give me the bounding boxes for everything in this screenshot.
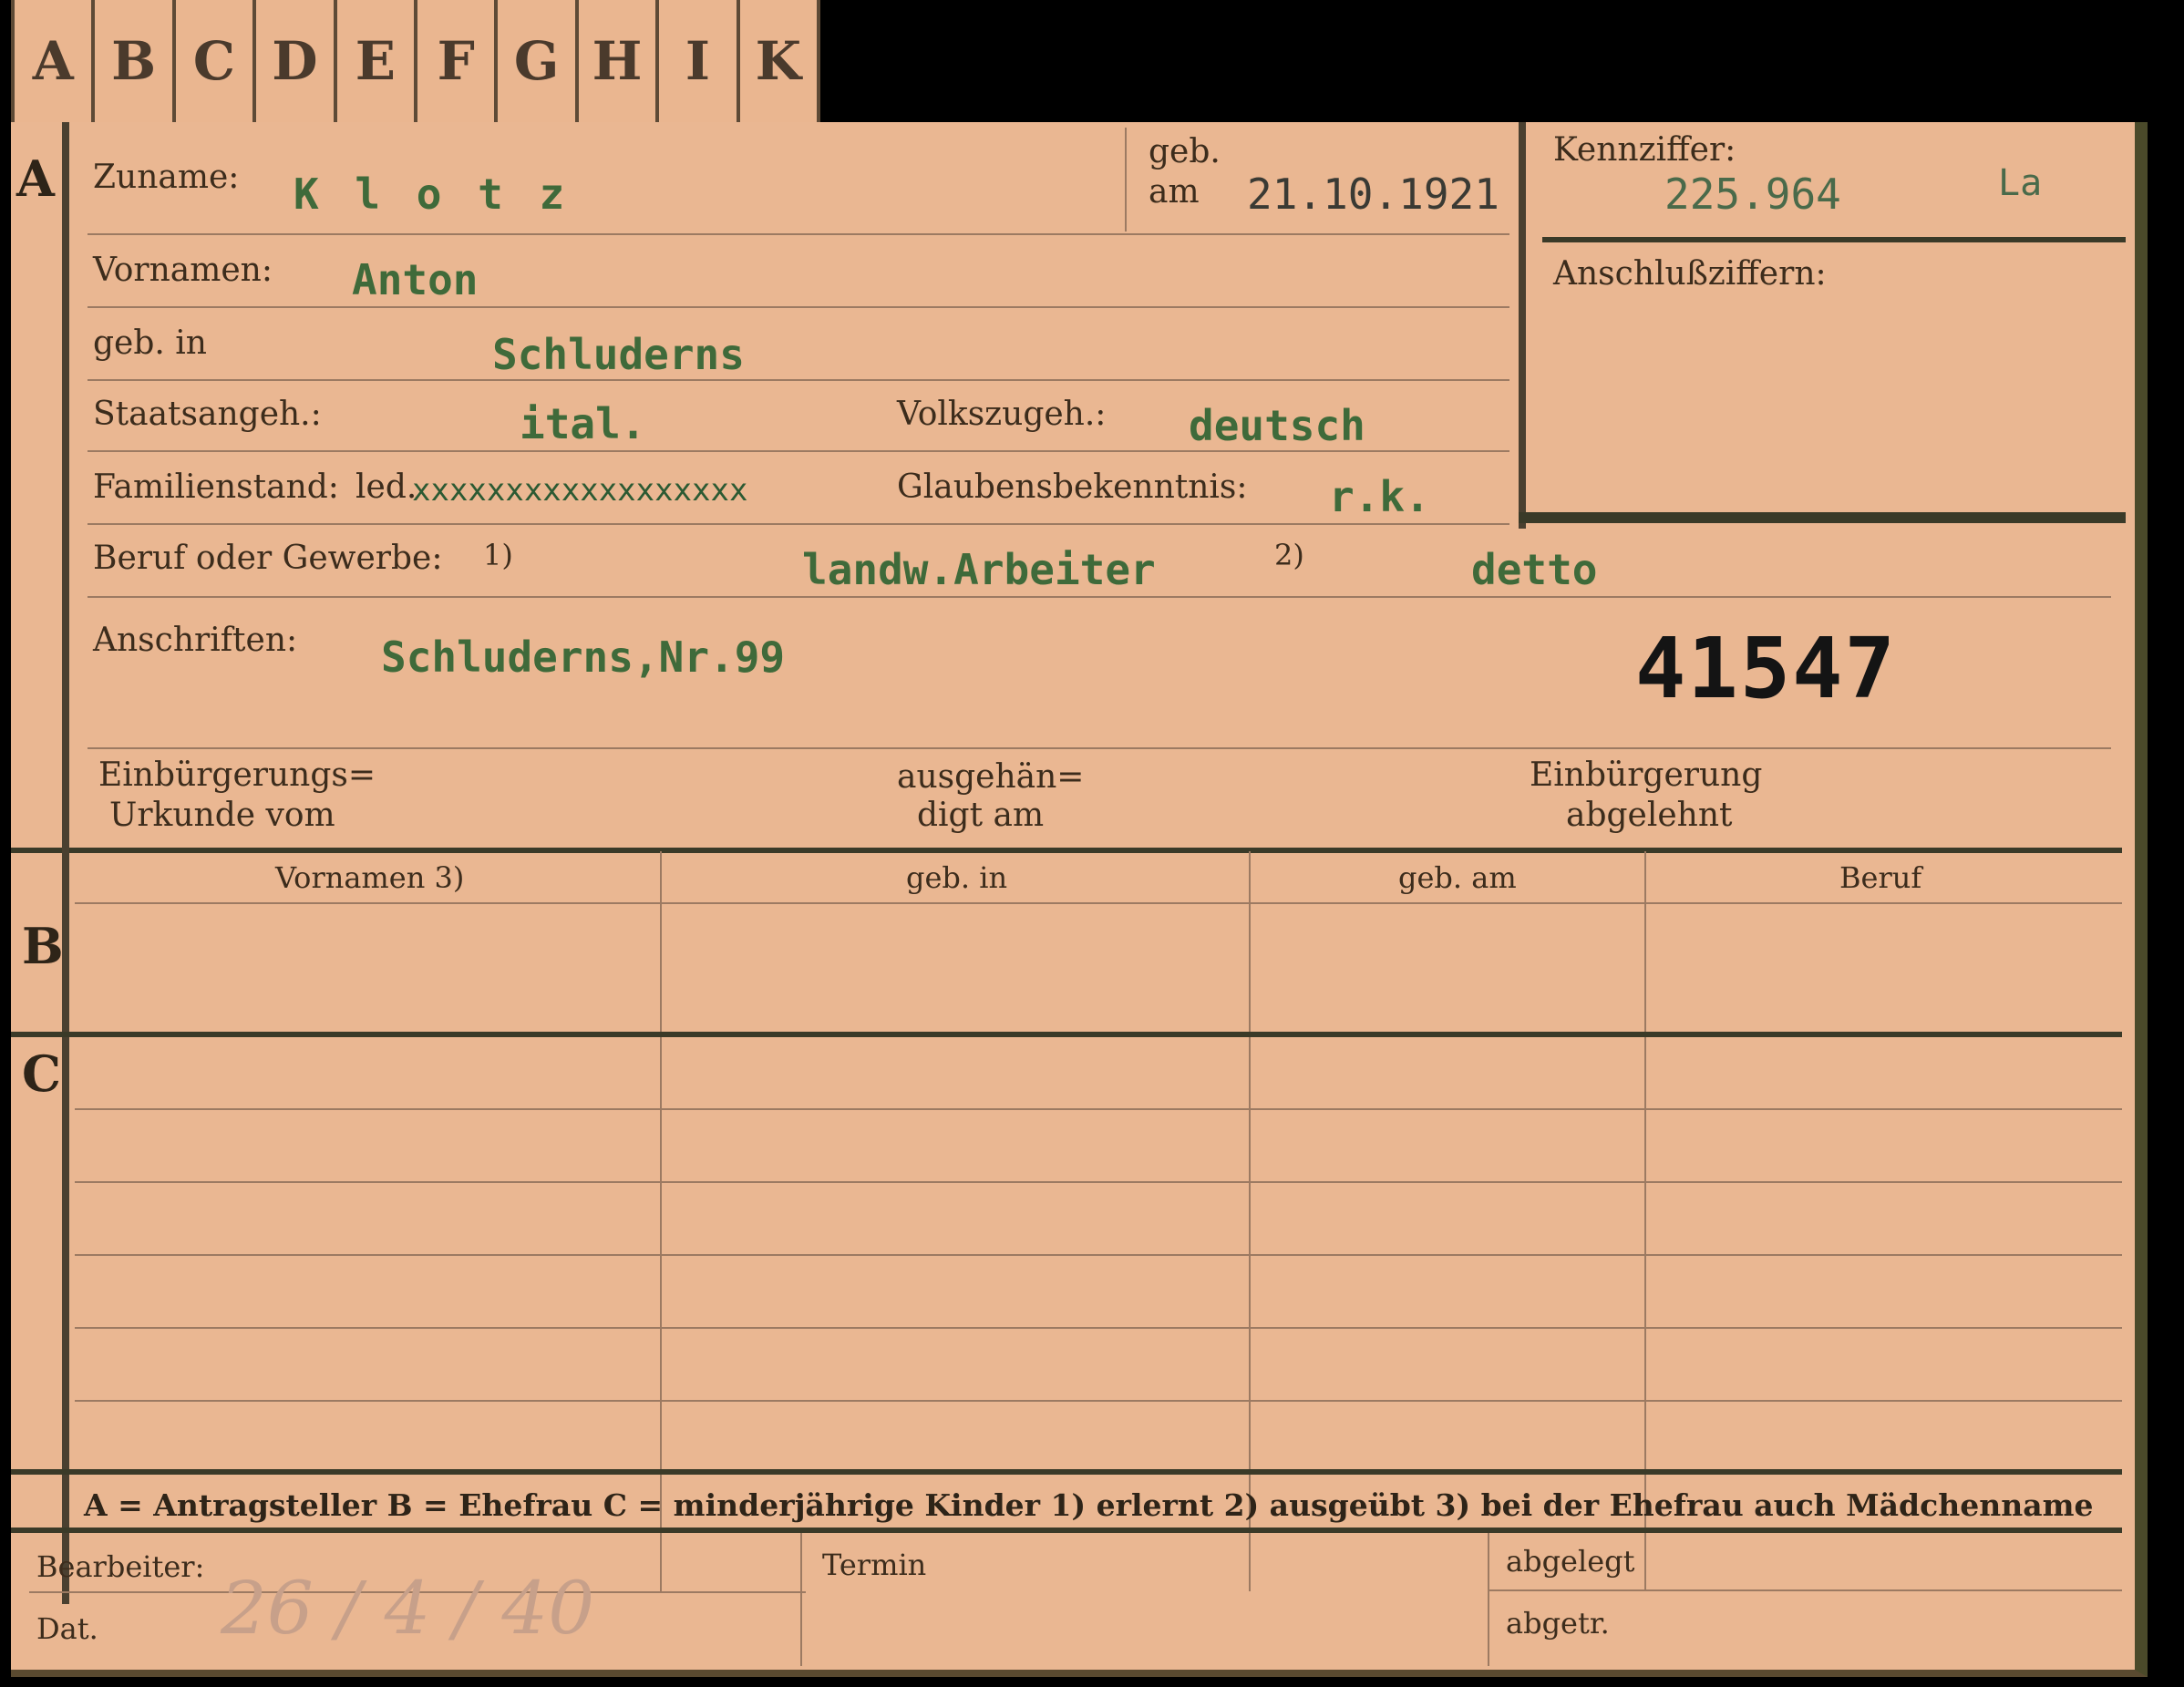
footer-divider-1 <box>800 1533 802 1666</box>
geb-am-value: 21.10.1921 <box>1247 170 1499 219</box>
geb-label: geb. <box>1149 133 1221 170</box>
familienstand-label: Familienstand: <box>93 468 339 506</box>
c-row-line-1 <box>75 1108 2122 1110</box>
dat-value: 26 / 4 / 40 <box>221 1566 595 1651</box>
col-geb-in: geb. in <box>906 860 1008 895</box>
legend-top-border <box>11 1469 2122 1475</box>
c-row-line-4 <box>75 1327 2122 1329</box>
ausgehaendigt-1: ausgehän= <box>897 758 1085 796</box>
glaubens-value: r.k. <box>1329 472 1430 521</box>
zuname-label: Zuname: <box>93 159 240 196</box>
anschriften-value: Schluderns,Nr.99 <box>381 633 786 682</box>
tab-d: D <box>256 0 337 122</box>
einbuergerung-urkunde-2: Urkunde vom <box>109 797 335 834</box>
row-line-6 <box>88 596 2111 598</box>
volkszugeh-value: deutsch <box>1189 401 1365 450</box>
vornamen-label: Vornamen: <box>93 252 273 289</box>
tab-e: E <box>337 0 418 122</box>
tab-g: G <box>498 0 579 122</box>
termin-label: Termin <box>822 1548 927 1582</box>
am-label: am <box>1149 173 1200 211</box>
tab-i: I <box>659 0 740 122</box>
tab-b: B <box>95 0 176 122</box>
c-row-line-5 <box>75 1400 2122 1402</box>
legend: A = Antragsteller B = Ehefrau C = minder… <box>84 1487 2094 1523</box>
dat-label: Dat. <box>36 1611 98 1646</box>
beruf-label: Beruf oder Gewerbe: <box>93 540 443 577</box>
anschluss-label: Anschlußziffern: <box>1553 255 1827 293</box>
kennziffer-divider <box>1542 237 2126 242</box>
beruf-note-1: 1) <box>483 538 513 572</box>
tab-k: K <box>740 0 821 122</box>
row-line-7 <box>88 747 2111 749</box>
einbuergerung-abgelehnt-1: Einbürgerung <box>1530 756 1763 794</box>
geb-in-value: Schluderns <box>492 330 745 379</box>
kennziffer-bottom-border <box>1519 512 2126 523</box>
kennziffer-suffix: La <box>1998 162 2043 204</box>
abgelegt-label: abgelegt <box>1506 1544 1635 1579</box>
volkszugeh-label: Volkszugeh.: <box>897 396 1107 433</box>
col-divider-3 <box>1644 851 1646 1591</box>
beruf-note-2: 2) <box>1274 538 1304 572</box>
familienstand-struck: xxxxxxxxxxxxxxxxxx <box>412 472 748 509</box>
staatsangeh-value: ital. <box>520 399 646 448</box>
index-card: A B C D E F G H I K A Zuname: K l o t z … <box>0 0 2184 1687</box>
c-row-line-3 <box>75 1254 2122 1256</box>
einbuergerung-urkunde-1: Einbürgerungs= <box>98 756 376 794</box>
col-vornamen: Vornamen 3) <box>275 860 465 895</box>
left-border <box>62 122 69 848</box>
bearbeiter-label: Bearbeiter: <box>36 1549 205 1584</box>
glaubens-label: Glaubensbekenntnis: <box>897 468 1248 506</box>
tab-a: A <box>11 0 96 122</box>
abgetr-label: abgetr. <box>1506 1606 1610 1641</box>
row-line-2 <box>88 306 1509 308</box>
col-geb-am: geb. am <box>1398 860 1517 895</box>
row-line-1 <box>88 233 1509 235</box>
legend-bottom-border <box>11 1528 2122 1533</box>
geb-in-label: geb. in <box>93 324 207 362</box>
c-row-line-2 <box>75 1181 2122 1183</box>
staatsangeh-label: Staatsangeh.: <box>93 396 322 433</box>
section-b-letter: B <box>22 917 64 975</box>
kennziffer-label: Kennziffer: <box>1553 131 1736 169</box>
ausgehaendigt-2: digt am <box>917 797 1045 834</box>
tab-f: F <box>417 0 499 122</box>
familienstand-prefix: led. <box>355 468 417 506</box>
row-line-4 <box>88 450 1509 452</box>
zuname-value: K l o t z <box>294 170 571 219</box>
kennziffer-left-border <box>1519 122 1526 529</box>
footer-line-right <box>1489 1589 2122 1591</box>
card-body: A Zuname: K l o t z geb. am 21.10.1921 K… <box>11 122 2148 1677</box>
section-a-letter: A <box>16 149 55 208</box>
section-c-top-border <box>11 1032 2122 1037</box>
section-c-letter: C <box>22 1044 61 1103</box>
col-beruf: Beruf <box>1839 860 1922 895</box>
anschriften-label: Anschriften: <box>93 622 298 659</box>
col-divider-2 <box>1249 851 1251 1591</box>
einbuergerung-abgelehnt-2: abgelehnt <box>1566 797 1733 834</box>
kennziffer-value: 225.964 <box>1664 170 1841 219</box>
vornamen-value: Anton <box>352 255 479 304</box>
tab-c: C <box>176 0 257 122</box>
row-line-3 <box>88 379 1509 381</box>
section-b-header-line <box>75 902 2122 904</box>
col-divider-1 <box>660 851 662 1591</box>
section-b-top-border <box>11 848 2122 853</box>
alphabet-tabs: A B C D E F G H I K <box>11 0 821 122</box>
geb-divider <box>1125 128 1127 231</box>
stamp-number: 41547 <box>1635 620 1897 717</box>
tab-h: H <box>579 0 660 122</box>
row-line-5 <box>88 523 1509 525</box>
beruf-value-2: detto <box>1471 545 1598 594</box>
footer-divider-2 <box>1488 1533 1489 1666</box>
beruf-value-1: landw.Arbeiter <box>802 545 1156 594</box>
